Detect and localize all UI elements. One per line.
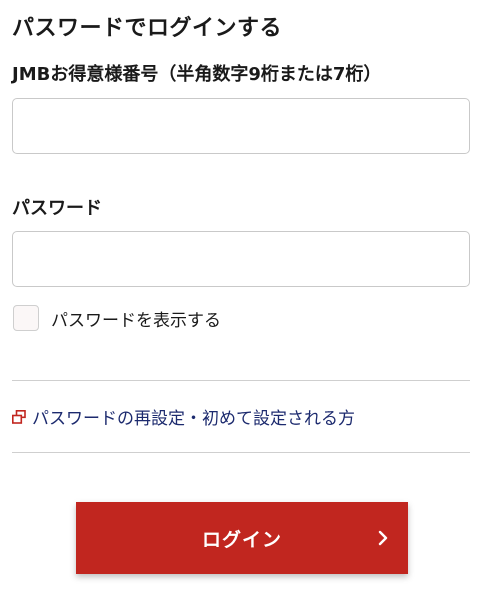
jmb-number-input[interactable] <box>12 98 470 154</box>
divider <box>12 452 470 453</box>
login-page: パスワードでログインする JMBお得意様番号（半角数字9桁または7桁） パスワー… <box>0 0 483 600</box>
external-link-icon <box>12 409 26 424</box>
login-button-label: ログイン <box>201 528 282 551</box>
show-password-checkbox[interactable] <box>13 305 39 331</box>
reset-password-link-text[interactable]: パスワードの再設定・初めて設定される方 <box>32 404 355 429</box>
password-input[interactable] <box>12 231 470 287</box>
reset-password-link[interactable]: パスワードの再設定・初めて設定される方 <box>12 404 355 429</box>
jmb-number-label: JMBお得意様番号（半角数字9桁または7桁） <box>12 64 382 85</box>
login-button[interactable]: ログイン <box>76 502 408 574</box>
show-password-label: パスワードを表示する <box>51 310 221 331</box>
password-label: パスワード <box>12 198 102 219</box>
show-password-toggle[interactable]: パスワードを表示する <box>13 305 221 331</box>
chevron-right-icon <box>378 530 388 546</box>
page-title: パスワードでログインする <box>12 16 283 41</box>
divider <box>12 380 470 381</box>
